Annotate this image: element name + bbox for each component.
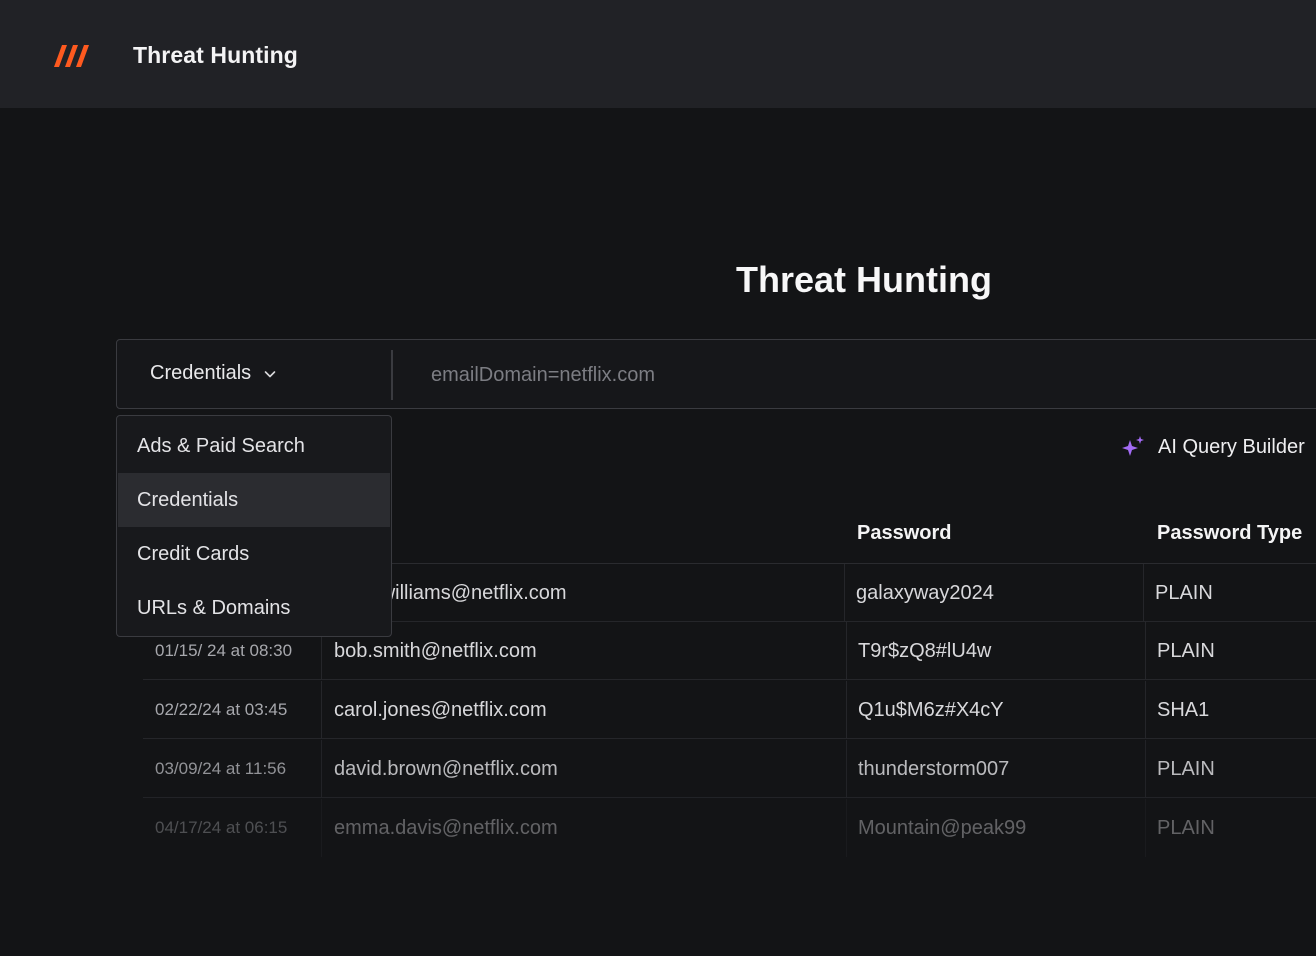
ai-query-builder-label: AI Query Builder — [1158, 435, 1305, 458]
column-divider — [846, 740, 847, 798]
column-divider — [844, 564, 845, 622]
page-title: Threat Hunting — [736, 259, 992, 300]
menu-item-credentials[interactable]: Credentials — [118, 473, 390, 527]
search-divider — [391, 350, 393, 400]
column-divider — [846, 622, 847, 680]
row-date: 02/22/24 at 03:45 — [155, 700, 288, 719]
row-password-type: PLAIN — [1155, 581, 1213, 604]
column-divider — [1145, 622, 1146, 680]
row-date: 04/17/24 at 06:15 — [155, 818, 288, 837]
table-row[interactable]: 03/09/24 at 11:56 david.brown@netflix.co… — [143, 740, 1316, 798]
chevron-down-icon — [263, 367, 277, 381]
row-password: Q1u$M6z#X4cY — [858, 698, 1004, 721]
column-divider — [321, 799, 322, 857]
category-dropdown-menu: Ads & Paid Search Credentials Credit Car… — [116, 415, 392, 637]
category-select[interactable]: Credentials — [117, 340, 391, 407]
column-divider — [1145, 681, 1146, 739]
row-password: galaxyway2024 — [856, 581, 994, 604]
column-divider — [321, 740, 322, 798]
row-password-type: SHA1 — [1157, 698, 1210, 721]
row-password: thunderstorm007 — [858, 757, 1010, 780]
app-title: Threat Hunting — [133, 42, 298, 68]
row-email: carol.jones@netflix.com — [334, 698, 547, 721]
column-divider — [1143, 564, 1144, 622]
row-password-type: PLAIN — [1157, 816, 1215, 839]
menu-item-credit-cards[interactable]: Credit Cards — [118, 527, 390, 581]
column-divider — [1145, 799, 1146, 857]
top-bar: Threat Hunting — [0, 0, 1316, 108]
menu-item-ads-paid-search[interactable]: Ads & Paid Search — [118, 419, 390, 473]
column-divider — [846, 681, 847, 739]
brand-logo-icon[interactable] — [54, 45, 90, 67]
column-divider — [1145, 740, 1146, 798]
table-row[interactable]: 02/22/24 at 03:45 carol.jones@netflix.co… — [143, 681, 1316, 739]
row-password: Mountain@peak99 — [858, 816, 1027, 839]
column-divider — [321, 681, 322, 739]
ai-query-builder-button[interactable]: AI Query Builder — [1120, 435, 1305, 459]
row-email: david.brown@netflix.com — [334, 757, 558, 780]
row-date: 03/09/24 at 11:56 — [155, 759, 287, 778]
query-input[interactable] — [417, 350, 1313, 400]
row-password-type: PLAIN — [1157, 639, 1215, 662]
column-header-password-type[interactable]: Password Type — [1157, 522, 1302, 545]
sparkle-icon — [1122, 436, 1144, 456]
table-row[interactable]: 04/17/24 at 06:15 emma.davis@netflix.com… — [143, 799, 1316, 857]
category-select-label: Credentials — [150, 362, 252, 384]
column-divider — [846, 799, 847, 857]
column-header-password[interactable]: Password — [857, 522, 951, 545]
row-email: emma.davis@netflix.com — [334, 816, 558, 839]
search-bar: Credentials — [116, 339, 1316, 409]
menu-item-urls-domains[interactable]: URLs & Domains — [118, 581, 390, 635]
row-password: T9r$zQ8#lU4w — [858, 639, 992, 662]
row-password-type: PLAIN — [1157, 757, 1215, 780]
